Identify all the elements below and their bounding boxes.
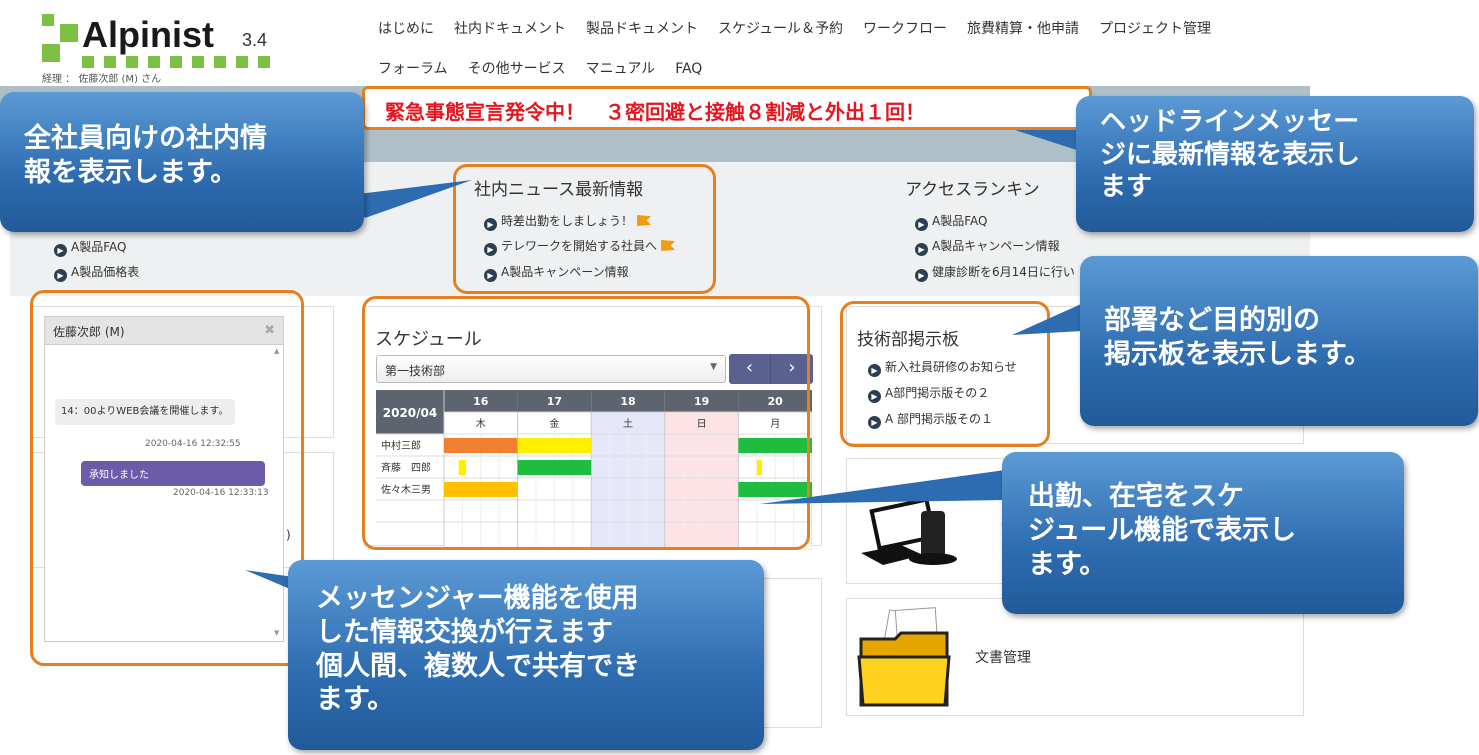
callout-headline: ヘッドラインメッセー ジに最新情報を表示し ます [1076, 96, 1474, 232]
callout-messenger: メッセンジャー機能を使用 した情報交換が行えます 個人間、複数人で共有でき ます… [288, 560, 764, 750]
callout-schedule: 出勤、在宅をスケ ジュール機能で表示し ます。 [1002, 452, 1404, 614]
callout-news: 全社員向けの社内情 報を表示します。 [0, 92, 364, 232]
callout-board: 部署など目的別の 掲示板を表示します。 [1080, 256, 1478, 426]
